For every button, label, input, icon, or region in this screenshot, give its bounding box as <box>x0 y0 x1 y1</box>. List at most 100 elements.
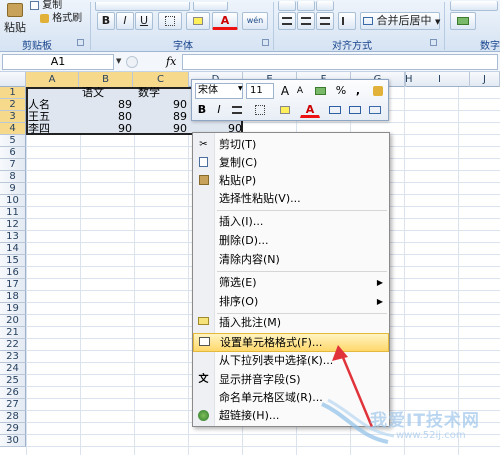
font-color-button[interactable]: A <box>212 12 238 30</box>
cell-c1[interactable]: 数学 <box>138 87 160 99</box>
row-header[interactable]: 11 <box>0 207 26 219</box>
row-header[interactable]: 20 <box>0 315 26 327</box>
underline-button[interactable]: U <box>135 12 153 30</box>
cell-b3[interactable]: 80 <box>108 111 132 123</box>
menu-item-insert-comment[interactable]: 插入批注(M) <box>193 314 389 332</box>
menu-item-cut[interactable]: ✂ 剪切(T) <box>193 136 389 154</box>
menu-item-delete[interactable]: 删除(D)... <box>193 232 389 250</box>
row-header[interactable]: 1 <box>0 87 26 99</box>
format-painter-button[interactable]: 格式刷 <box>40 12 82 26</box>
row-header[interactable]: 12 <box>0 219 26 231</box>
border-button[interactable] <box>158 12 182 30</box>
column-header-i[interactable]: I <box>410 72 470 87</box>
cell-c2[interactable]: 90 <box>163 99 187 111</box>
mini-italic-button[interactable]: I <box>212 102 226 118</box>
italic-button[interactable]: I <box>116 12 134 30</box>
row-header[interactable]: 5 <box>0 135 26 147</box>
align-center-button[interactable] <box>297 12 315 30</box>
row-header[interactable]: 17 <box>0 279 26 291</box>
column-header-a[interactable]: A <box>26 72 79 87</box>
decrease-decimal-button[interactable] <box>326 102 344 118</box>
cell-c3[interactable]: 89 <box>163 111 187 123</box>
mini-fill-color-button[interactable] <box>274 102 296 118</box>
increase-decimal-button[interactable] <box>346 102 364 118</box>
row-header[interactable]: 2 <box>0 99 26 111</box>
column-header-j[interactable]: J <box>470 72 500 87</box>
row-header[interactable]: 7 <box>0 159 26 171</box>
row-header[interactable]: 19 <box>0 303 26 315</box>
menu-item-insert[interactable]: 插入(I)... <box>193 213 389 231</box>
accounting-format-button[interactable] <box>310 83 330 99</box>
row-header[interactable]: 9 <box>0 183 26 195</box>
row-header[interactable]: 13 <box>0 231 26 243</box>
cell-b4[interactable]: 90 <box>108 123 132 135</box>
cell-b2[interactable]: 89 <box>108 99 132 111</box>
column-header-c[interactable]: C <box>133 72 189 87</box>
align-right-button[interactable] <box>316 12 334 30</box>
column-header-b[interactable]: B <box>79 72 133 87</box>
align-left-button[interactable] <box>278 12 296 30</box>
shrink-font-button[interactable]: A <box>293 83 307 99</box>
cell-a3[interactable]: 王五 <box>28 111 50 123</box>
fill-color-button[interactable] <box>186 12 210 30</box>
clipboard-launcher-icon[interactable] <box>77 39 84 46</box>
mini-border-button[interactable] <box>249 102 271 118</box>
alignment-launcher-icon[interactable] <box>430 39 437 46</box>
grow-font-button[interactable]: A <box>278 83 292 99</box>
fx-icon[interactable]: fx <box>166 55 176 68</box>
number-format-box[interactable] <box>450 1 498 11</box>
format-painter-mini-button[interactable] <box>370 83 386 99</box>
phonetic-button[interactable]: wén <box>242 12 268 30</box>
row-header[interactable]: 27 <box>0 399 26 411</box>
row-header[interactable]: 6 <box>0 147 26 159</box>
merge-mini-button[interactable] <box>366 102 384 118</box>
row-header[interactable]: 25 <box>0 375 26 387</box>
formula-input[interactable] <box>182 54 498 70</box>
row-header[interactable]: 30 <box>0 435 26 447</box>
indent-button[interactable] <box>338 12 356 30</box>
row-header[interactable]: 10 <box>0 195 26 207</box>
row-header[interactable]: 15 <box>0 255 26 267</box>
menu-item-paste-special[interactable]: 选择性粘贴(V)... <box>193 190 389 208</box>
row-header[interactable]: 26 <box>0 387 26 399</box>
select-all-corner[interactable] <box>0 72 26 87</box>
mini-center-button[interactable] <box>229 102 245 118</box>
row-header[interactable]: 14 <box>0 243 26 255</box>
font-launcher-icon[interactable] <box>262 39 269 46</box>
copy-button[interactable]: 复制 <box>30 0 62 12</box>
menu-item-filter[interactable]: 筛选(E) ▶ <box>193 274 389 292</box>
merge-center-button[interactable]: 合并后居中 ▼ <box>360 12 440 30</box>
mini-bold-button[interactable]: B <box>195 102 209 118</box>
row-header[interactable]: 21 <box>0 327 26 339</box>
font-name-box[interactable] <box>95 2 190 11</box>
align-top-button[interactable] <box>278 1 296 11</box>
chevron-down-icon[interactable]: ▼ <box>238 85 243 92</box>
menu-item-paste[interactable]: 粘贴(P) <box>193 172 389 190</box>
formula-bar-splitter[interactable] <box>126 56 138 68</box>
row-header[interactable]: 16 <box>0 267 26 279</box>
row-header[interactable]: 23 <box>0 351 26 363</box>
cell-a2[interactable]: 人名 <box>28 99 50 111</box>
align-middle-button[interactable] <box>297 1 315 11</box>
row-header[interactable]: 29 <box>0 423 26 435</box>
row-header[interactable]: 8 <box>0 171 26 183</box>
cell-c4[interactable]: 90 <box>163 123 187 135</box>
percent-button[interactable]: % <box>334 83 348 99</box>
mini-font-color-button[interactable]: A <box>300 102 320 118</box>
row-header[interactable]: 3 <box>0 111 26 123</box>
row-header[interactable]: 22 <box>0 339 26 351</box>
cell-b1[interactable]: 语文 <box>82 87 104 99</box>
mini-font-name-box[interactable]: 宋体 <box>195 83 243 99</box>
name-box[interactable]: A1 <box>2 54 114 70</box>
row-header[interactable]: 28 <box>0 411 26 423</box>
currency-button[interactable] <box>450 12 476 30</box>
font-size-box[interactable] <box>193 2 228 11</box>
menu-item-clear-contents[interactable]: 清除内容(N) <box>193 251 389 269</box>
cell-a4[interactable]: 李四 <box>28 123 50 135</box>
bold-button[interactable]: B <box>97 12 115 30</box>
menu-item-copy[interactable]: 复制(C) <box>193 154 389 172</box>
name-box-dropdown-icon[interactable]: ▼ <box>116 57 121 65</box>
paste-button[interactable]: 粘贴 <box>2 2 28 36</box>
align-bottom-button[interactable] <box>316 1 334 11</box>
mini-font-size-box[interactable]: 11 <box>246 83 274 99</box>
